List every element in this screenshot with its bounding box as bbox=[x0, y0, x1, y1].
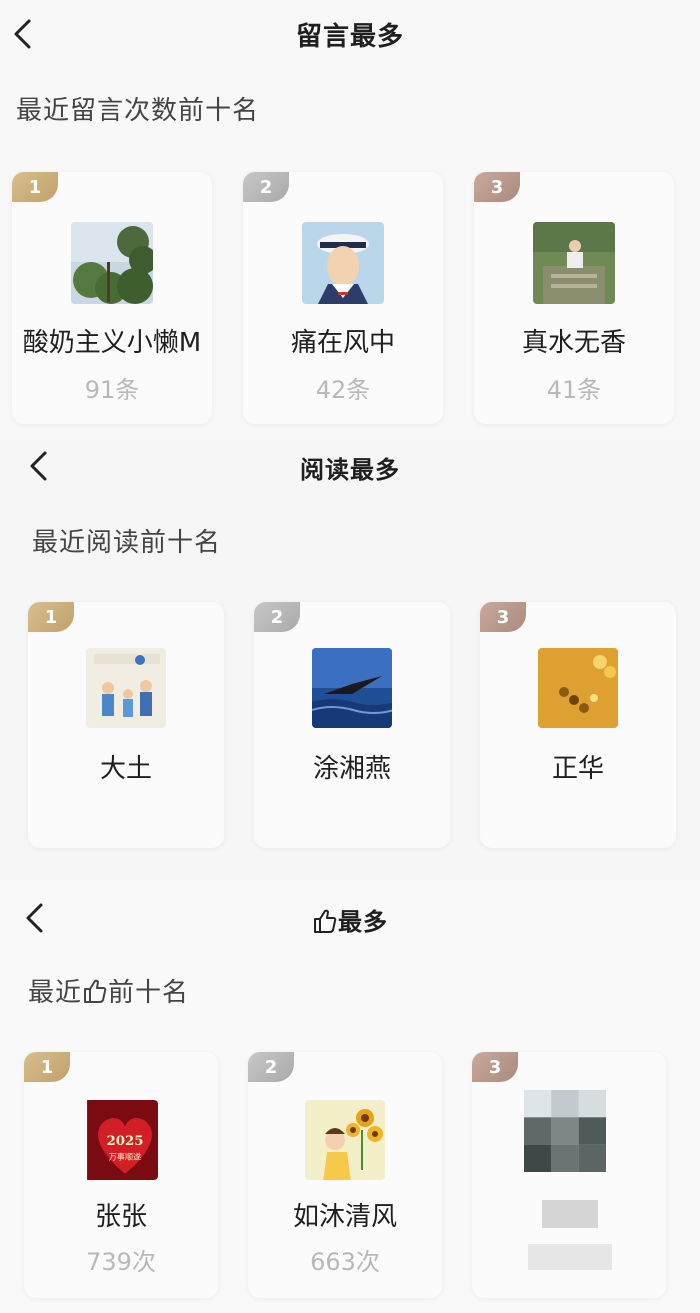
most-comments-page: 留言最多 最近留言次数前十名 1 酸奶主义小懒M 91条 2 痛在风中 42条 … bbox=[0, 0, 700, 440]
page-subtitle: 最近留言次数前十名 bbox=[16, 96, 260, 126]
avatar bbox=[312, 648, 392, 728]
page-title: 留言最多 bbox=[295, 22, 404, 52]
rank-badge: 1 bbox=[12, 172, 58, 202]
page-title: 阅读最多 bbox=[300, 456, 400, 484]
ranking-card-1[interactable]: 1 酸奶主义小懒M 91条 bbox=[12, 172, 212, 424]
rank-badge: 2 bbox=[248, 1052, 294, 1082]
avatar bbox=[302, 222, 384, 304]
subtitle-part-b: 前十名 bbox=[108, 978, 190, 1008]
user-name: 痛在风中 bbox=[290, 328, 395, 358]
pixelated-avatar bbox=[524, 1090, 614, 1180]
pixelated-name bbox=[542, 1200, 598, 1228]
avatar bbox=[538, 648, 618, 728]
comment-count: 42条 bbox=[315, 376, 371, 404]
ranking-card-1[interactable]: 1 2025 万事顺遂 张张 739次 bbox=[24, 1052, 218, 1298]
avatar bbox=[305, 1100, 385, 1180]
ranking-card-3[interactable]: 3 bbox=[472, 1052, 666, 1298]
page-subtitle: 最近 前十名 bbox=[28, 972, 189, 1011]
ranking-card-2[interactable]: 2 痛在风中 42条 bbox=[243, 172, 443, 424]
rank-badge: 3 bbox=[480, 602, 526, 632]
subtitle-part-a: 最近 bbox=[28, 978, 83, 1008]
user-name: 酸奶主义小懒M bbox=[22, 328, 202, 358]
ranking-card-2[interactable]: 2 涂湘燕 bbox=[254, 602, 450, 848]
comment-count: 91条 bbox=[84, 376, 140, 404]
rank-badge: 3 bbox=[472, 1052, 518, 1082]
most-reads-page: 阅读最多 最近阅读前十名 1 大土 2 涂湘燕 3 正华 bbox=[0, 440, 700, 880]
comment-count: 41条 bbox=[546, 376, 602, 404]
avatar bbox=[71, 222, 153, 304]
page-title-text: 最多 bbox=[338, 908, 388, 936]
page-subtitle: 最近阅读前十名 bbox=[32, 528, 222, 558]
thumbs-up-icon bbox=[312, 908, 338, 940]
ranking-card-3[interactable]: 3 真水无香 41条 bbox=[474, 172, 674, 424]
page-title: 最多 bbox=[0, 902, 700, 940]
like-count: 739次 bbox=[86, 1248, 156, 1276]
user-name: 涂湘燕 bbox=[312, 754, 391, 784]
ranking-card-1[interactable]: 1 大土 bbox=[28, 602, 224, 848]
pixelated-count bbox=[528, 1244, 612, 1270]
user-name: 正华 bbox=[551, 754, 604, 784]
user-name: 真水无香 bbox=[521, 328, 626, 358]
avatar: 2025 万事顺遂 bbox=[84, 1100, 158, 1180]
avatar bbox=[533, 222, 615, 304]
rank-badge: 2 bbox=[243, 172, 289, 202]
user-name: 如沐清风 bbox=[292, 1202, 397, 1232]
rank-badge: 2 bbox=[254, 602, 300, 632]
thumbs-up-icon bbox=[82, 978, 108, 1011]
avatar bbox=[86, 648, 166, 728]
rank-badge: 1 bbox=[28, 602, 74, 632]
rank-badge: 3 bbox=[474, 172, 520, 202]
most-likes-page: 最多 最近 前十名 1 2025 万事顺遂 张张 739次 2 如沐清风 663… bbox=[0, 880, 700, 1313]
ranking-card-2[interactable]: 2 如沐清风 663次 bbox=[248, 1052, 442, 1298]
ranking-card-3[interactable]: 3 正华 bbox=[480, 602, 676, 848]
user-name: 大土 bbox=[99, 754, 152, 784]
rank-badge: 1 bbox=[24, 1052, 70, 1082]
like-count: 663次 bbox=[310, 1248, 380, 1276]
user-name: 张张 bbox=[94, 1202, 147, 1232]
svg-text:万事顺遂: 万事顺遂 bbox=[109, 1151, 142, 1161]
svg-text:2025: 2025 bbox=[106, 1133, 143, 1149]
